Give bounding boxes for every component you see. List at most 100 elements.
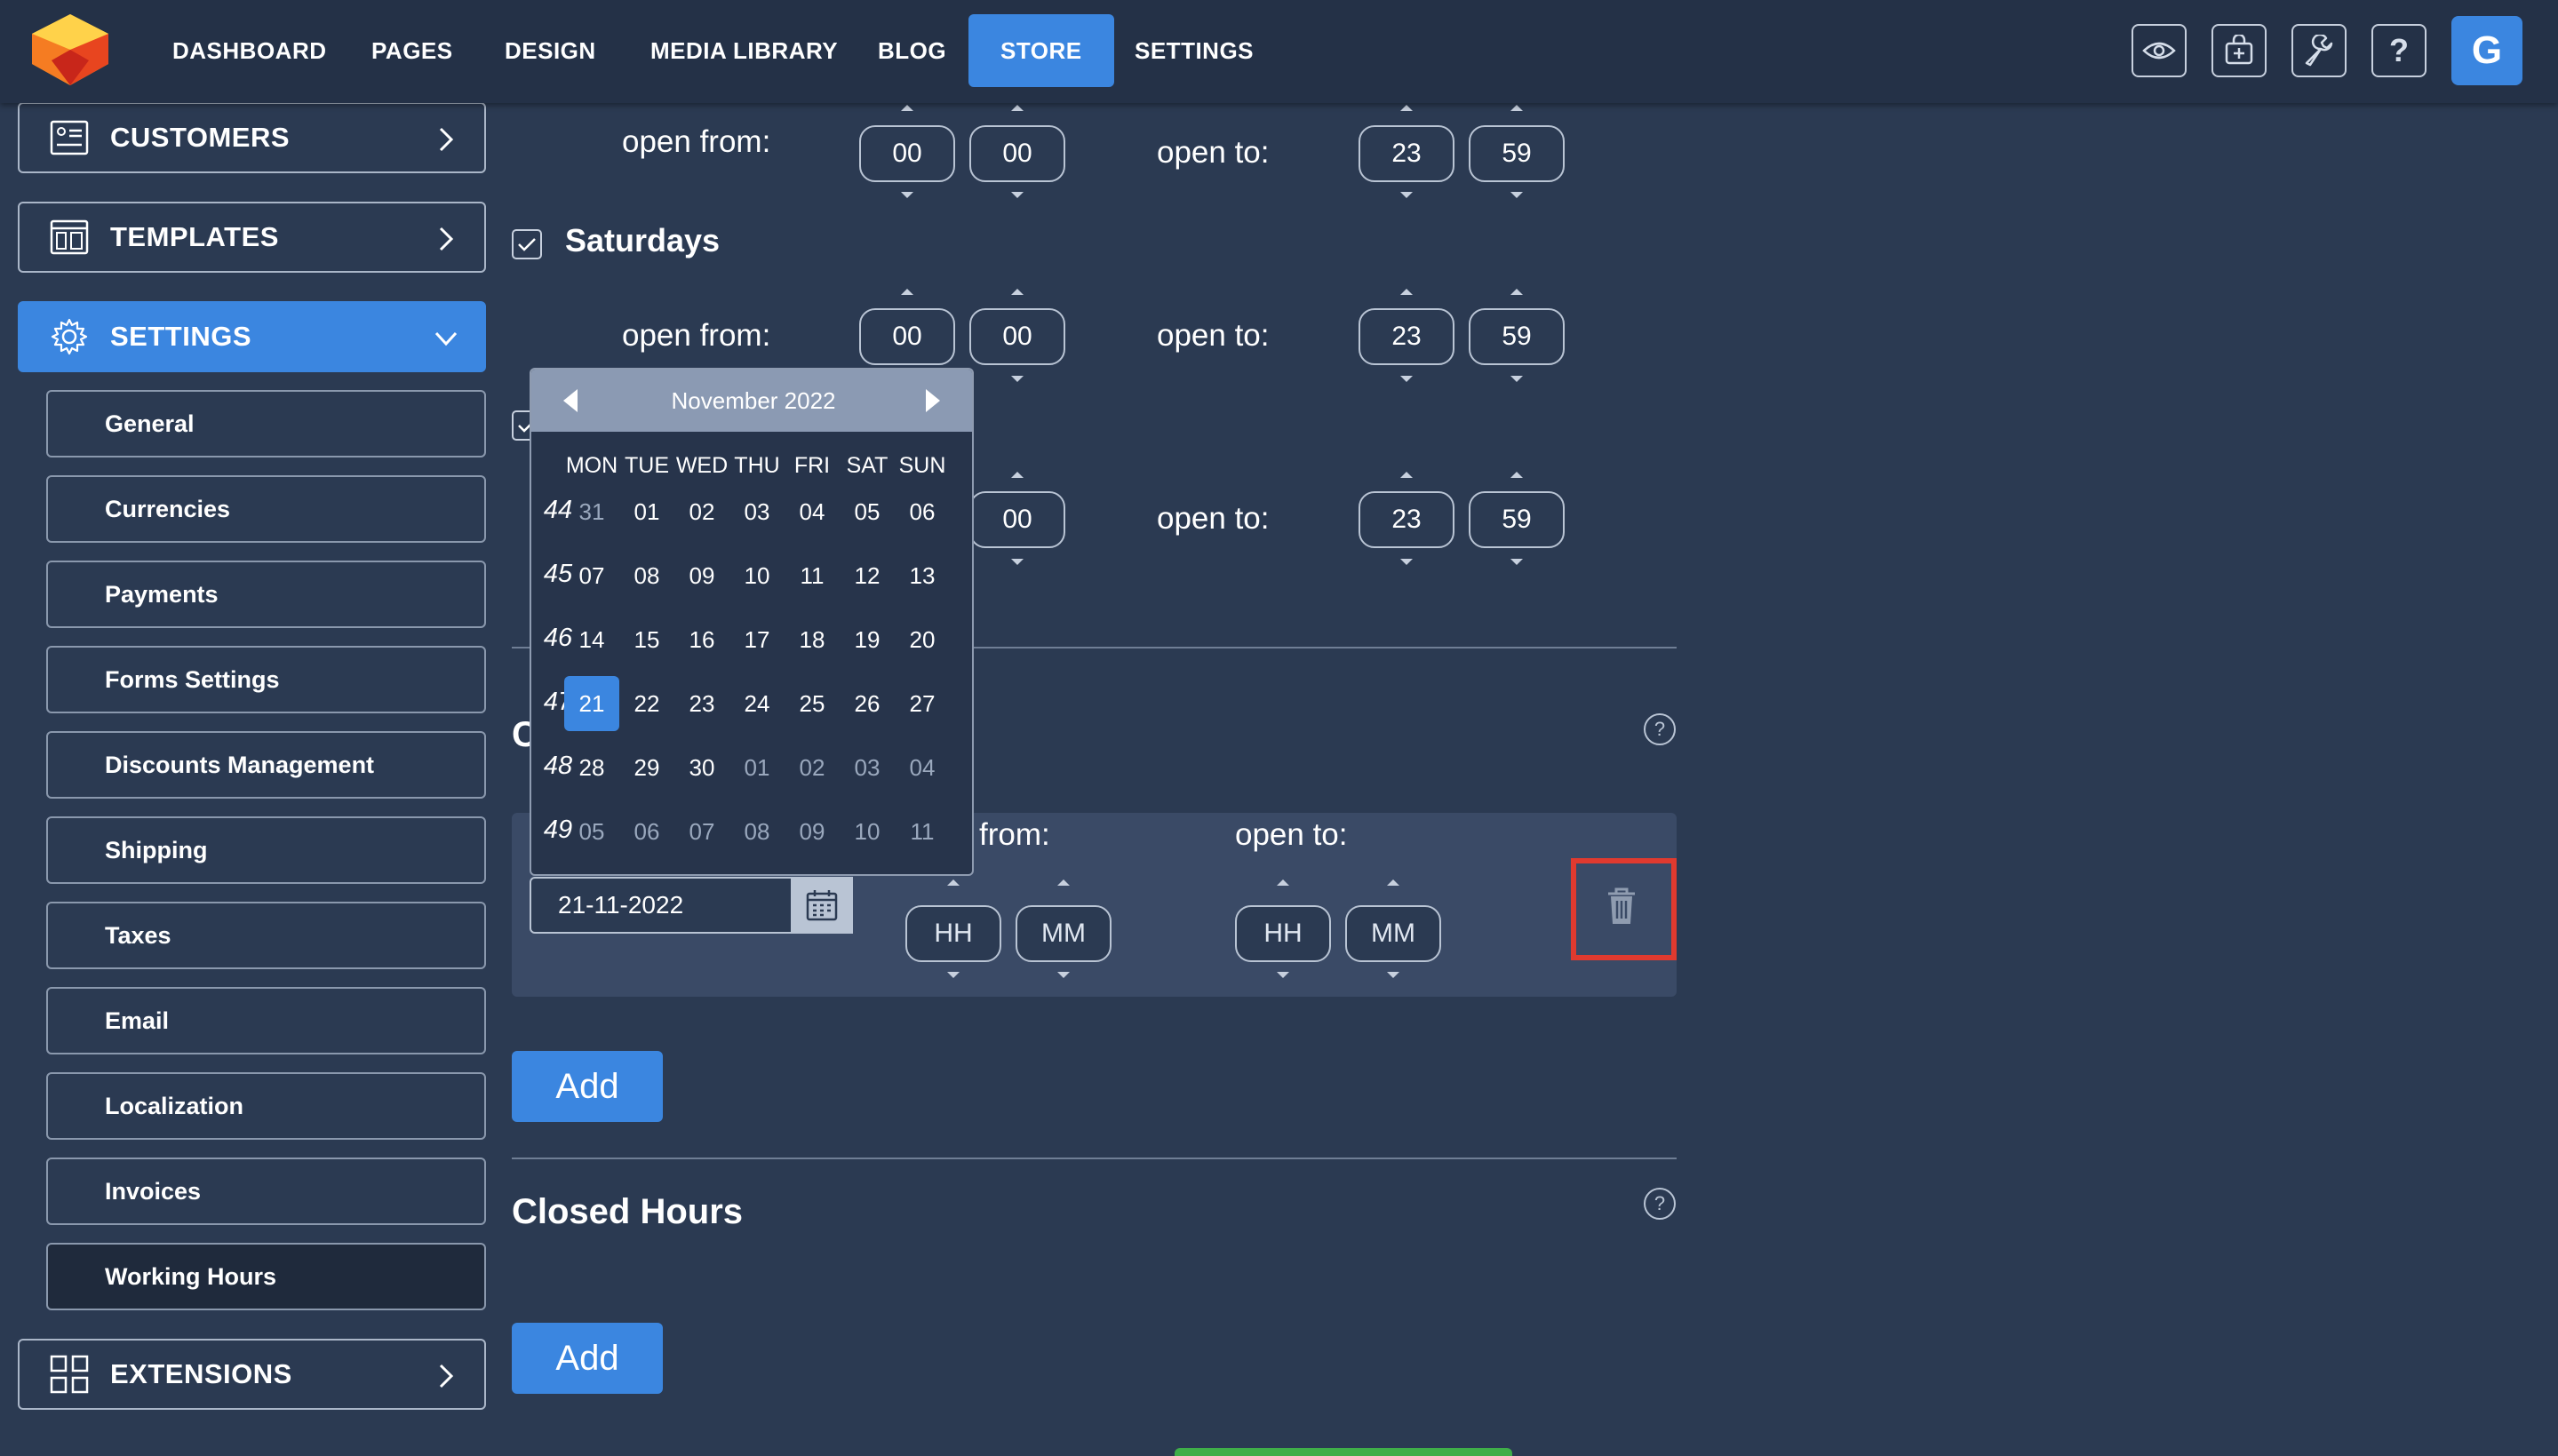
increment-arrow[interactable]	[1011, 105, 1024, 111]
from-hour-input[interactable]: 00	[859, 308, 955, 365]
calendar-day[interactable]: 07	[564, 548, 619, 603]
decrement-arrow[interactable]	[901, 192, 913, 198]
calendar-day[interactable]: 09	[785, 804, 840, 859]
sidebar-item-discounts-management[interactable]: Discounts Management	[46, 731, 486, 799]
add-special-hours-button[interactable]: Add	[512, 1051, 663, 1122]
increment-arrow[interactable]	[1387, 879, 1399, 886]
sidebar-item-extensions[interactable]: EXTENSIONS	[18, 1339, 486, 1410]
help-icon[interactable]: ?	[1644, 713, 1676, 745]
sidebar-item-invoices[interactable]: Invoices	[46, 1158, 486, 1225]
calendar-day[interactable]: 01	[729, 740, 785, 795]
increment-arrow[interactable]	[1510, 289, 1523, 295]
to-minute-input[interactable]: 59	[1469, 491, 1565, 548]
nav-design[interactable]: DESIGN	[473, 14, 628, 87]
increment-arrow[interactable]	[1057, 879, 1070, 886]
calendar-day[interactable]: 02	[785, 740, 840, 795]
nav-media-library[interactable]: MEDIA LIBRARY	[618, 14, 870, 87]
from-hour-input[interactable]: 00	[859, 125, 955, 182]
nav-pages[interactable]: PAGES	[339, 14, 485, 87]
to-hour-input[interactable]: 23	[1359, 125, 1454, 182]
calendar-day[interactable]: 26	[840, 676, 895, 731]
increment-arrow[interactable]	[1277, 879, 1289, 886]
increment-arrow[interactable]	[1510, 105, 1523, 111]
decrement-arrow[interactable]	[1400, 559, 1413, 565]
to-hour-input[interactable]: HH	[1235, 905, 1331, 962]
increment-arrow[interactable]	[1400, 472, 1413, 478]
increment-arrow[interactable]	[1011, 289, 1024, 295]
to-hour-input[interactable]: 23	[1359, 308, 1454, 365]
trash-icon[interactable]	[1605, 887, 1638, 926]
decrement-arrow[interactable]	[1510, 192, 1523, 198]
store-button[interactable]	[2211, 24, 2267, 77]
sidebar-item-email[interactable]: Email	[46, 987, 486, 1054]
calendar-day[interactable]: 24	[729, 676, 785, 731]
sidebar-item-currencies[interactable]: Currencies	[46, 475, 486, 543]
calendar-day[interactable]: 09	[674, 548, 729, 603]
increment-arrow[interactable]	[1510, 472, 1523, 478]
decrement-arrow[interactable]	[1277, 972, 1289, 978]
save-button[interactable]	[1175, 1448, 1512, 1456]
add-closed-hours-button[interactable]: Add	[512, 1323, 663, 1394]
decrement-arrow[interactable]	[1400, 376, 1413, 382]
avatar[interactable]: G	[2451, 16, 2522, 85]
calendar-day[interactable]: 15	[619, 612, 674, 667]
calendar-day[interactable]: 28	[564, 740, 619, 795]
decrement-arrow[interactable]	[1400, 192, 1413, 198]
calendar-day[interactable]: 01	[619, 484, 674, 539]
calendar-day[interactable]: 14	[564, 612, 619, 667]
decrement-arrow[interactable]	[1057, 972, 1070, 978]
calendar-day[interactable]: 05	[564, 804, 619, 859]
calendar-day[interactable]: 23	[674, 676, 729, 731]
from-minute-input[interactable]: 00	[969, 125, 1065, 182]
calendar-day[interactable]: 18	[785, 612, 840, 667]
logo-icon[interactable]	[32, 14, 108, 85]
calendar-day[interactable]: 29	[619, 740, 674, 795]
decrement-arrow[interactable]	[1011, 192, 1024, 198]
nav-blog[interactable]: BLOG	[846, 14, 978, 87]
sidebar-item-templates[interactable]: TEMPLATES	[18, 202, 486, 273]
decrement-arrow[interactable]	[1510, 376, 1523, 382]
calendar-day[interactable]: 31	[564, 484, 619, 539]
calendar-day[interactable]: 04	[785, 484, 840, 539]
preview-button[interactable]	[2132, 24, 2187, 77]
calendar-day[interactable]: 22	[619, 676, 674, 731]
to-minute-input[interactable]: MM	[1345, 905, 1441, 962]
calendar-day[interactable]: 07	[674, 804, 729, 859]
nav-dashboard[interactable]: DASHBOARD	[140, 14, 359, 87]
nav-store[interactable]: STORE	[968, 14, 1114, 87]
to-minute-input[interactable]: 59	[1469, 125, 1565, 182]
from-hour-input[interactable]: HH	[905, 905, 1001, 962]
calendar-day[interactable]: 03	[840, 740, 895, 795]
increment-arrow[interactable]	[901, 289, 913, 295]
decrement-arrow[interactable]	[947, 972, 960, 978]
calendar-day[interactable]: 08	[619, 548, 674, 603]
sidebar-item-taxes[interactable]: Taxes	[46, 902, 486, 969]
prev-month-icon[interactable]	[563, 389, 578, 412]
calendar-day[interactable]: 13	[895, 548, 950, 603]
calendar-day[interactable]: 11	[785, 548, 840, 603]
calendar-day[interactable]: 10	[729, 548, 785, 603]
calendar-day[interactable]: 06	[895, 484, 950, 539]
to-minute-input[interactable]: 59	[1469, 308, 1565, 365]
help-button[interactable]: ?	[2371, 24, 2427, 77]
calendar-day[interactable]: 21	[564, 676, 619, 731]
sidebar-item-payments[interactable]: Payments	[46, 561, 486, 628]
calendar-day[interactable]: 04	[895, 740, 950, 795]
help-icon[interactable]: ?	[1644, 1188, 1676, 1220]
calendar-day[interactable]: 03	[729, 484, 785, 539]
sidebar-item-forms-settings[interactable]: Forms Settings	[46, 646, 486, 713]
tools-button[interactable]	[2291, 24, 2347, 77]
increment-arrow[interactable]	[1400, 105, 1413, 111]
calendar-day[interactable]: 27	[895, 676, 950, 731]
sidebar-item-working-hours[interactable]: Working Hours	[46, 1243, 486, 1310]
calendar-day[interactable]: 08	[729, 804, 785, 859]
nav-settings[interactable]: SETTINGS	[1103, 14, 1286, 87]
calendar-day[interactable]: 25	[785, 676, 840, 731]
sidebar-item-shipping[interactable]: Shipping	[46, 816, 486, 884]
calendar-button[interactable]	[791, 877, 853, 934]
decrement-arrow[interactable]	[1387, 972, 1399, 978]
calendar-day[interactable]: 06	[619, 804, 674, 859]
calendar-day[interactable]: 10	[840, 804, 895, 859]
to-hour-input[interactable]: 23	[1359, 491, 1454, 548]
calendar-day[interactable]: 19	[840, 612, 895, 667]
